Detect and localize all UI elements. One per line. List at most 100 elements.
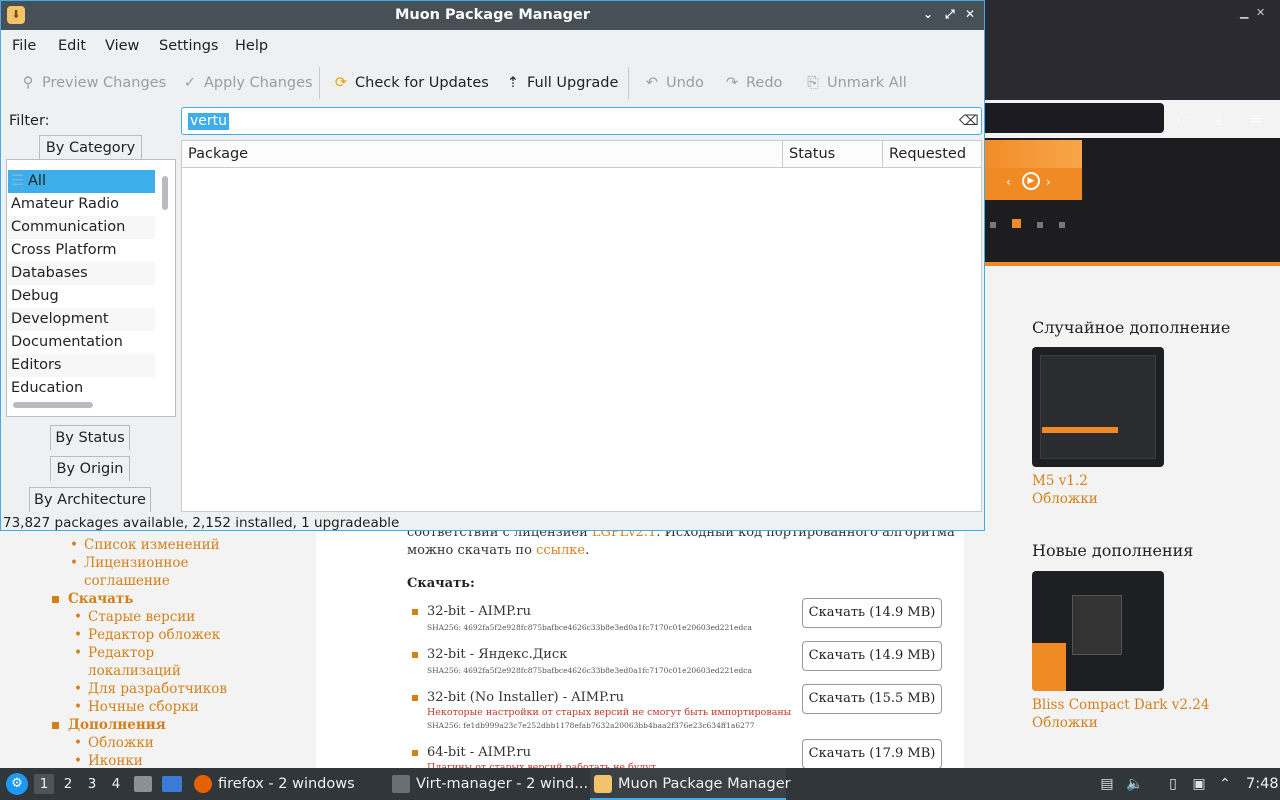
- search-icon: ⚲: [22, 75, 34, 91]
- nav-skins[interactable]: Обложки: [88, 734, 227, 752]
- carousel-dots[interactable]: [990, 216, 1081, 232]
- accent-line: [984, 262, 1280, 266]
- window-title: Muon Package Manager: [394, 7, 591, 23]
- horizontal-scrollbar[interactable]: [13, 402, 93, 408]
- nav-old-versions[interactable]: Старые версии: [88, 608, 227, 626]
- new-addon-category[interactable]: Обложки: [1032, 714, 1098, 732]
- toolbar: ⚲ Preview Changes ✓ Apply Changes ⟳ Check f…: [1, 63, 984, 103]
- clock[interactable]: 7:48: [1246, 768, 1279, 800]
- download-button[interactable]: Скачать (14.9 MB): [802, 598, 942, 628]
- new-addon-thumbnail[interactable]: [1032, 571, 1164, 691]
- random-addon-title: Случайное дополнение: [1032, 318, 1231, 337]
- download-button[interactable]: Скачать (17.9 MB): [802, 739, 942, 769]
- category-item[interactable]: Communication: [8, 216, 155, 239]
- redo-button[interactable]: ↷ Redo: [723, 71, 783, 95]
- column-requested[interactable]: Requested: [882, 141, 981, 168]
- task-muon[interactable]: Muon Package Manager: [590, 768, 791, 800]
- download-button[interactable]: Скачать (14.9 MB): [802, 641, 942, 671]
- show-desktop-icon[interactable]: [162, 776, 182, 792]
- volume-icon[interactable]: 🔈: [1126, 775, 1144, 793]
- download-button[interactable]: Скачать (15.5 MB): [802, 684, 942, 714]
- nav-changelog[interactable]: Список изменений: [84, 536, 227, 554]
- desktop-2[interactable]: 2: [58, 774, 78, 794]
- apply-changes-button[interactable]: ✓ Apply Changes: [181, 71, 313, 95]
- clear-icon[interactable]: ⌫: [959, 113, 979, 129]
- menu-view[interactable]: View: [105, 38, 139, 54]
- refresh-icon: ⟳: [334, 75, 348, 91]
- category-item[interactable]: Documentation: [8, 331, 155, 354]
- preview-changes-button[interactable]: ⚲ Preview Changes: [19, 71, 166, 95]
- window-titlebar[interactable]: ⬇ Muon Package Manager ⌄ ⤢ ✕: [1, 1, 984, 30]
- app-launcher-icon[interactable]: ⚙: [6, 773, 28, 795]
- tab-by-status[interactable]: By Status: [50, 425, 130, 450]
- maximize-icon[interactable]: ⤢: [945, 7, 955, 22]
- column-package[interactable]: Package: [182, 141, 782, 168]
- download-heading: Скачать:: [407, 576, 475, 591]
- menu-icon[interactable]: ≡: [1243, 106, 1269, 132]
- nav-download[interactable]: Скачать: [68, 590, 227, 608]
- filter-input[interactable]: vertu ⌫: [181, 107, 982, 135]
- category-item[interactable]: Development: [8, 308, 155, 331]
- table-header: Package Status Requested: [182, 141, 981, 168]
- desktop-3[interactable]: 3: [82, 774, 102, 794]
- menu-help[interactable]: Help: [235, 38, 268, 54]
- updates-icon[interactable]: ▤: [1098, 775, 1116, 793]
- nav-skin-editor[interactable]: Редактор обложек: [88, 626, 227, 644]
- tray-expand-icon[interactable]: ⌃: [1216, 775, 1234, 793]
- download-sha: SHA256: 4692fa5f2e928fc875bafbce4626c33b…: [427, 623, 752, 632]
- nav-license[interactable]: Лицензионное: [84, 554, 227, 572]
- source-link[interactable]: ссылке: [536, 543, 585, 558]
- url-bar[interactable]: [984, 103, 1164, 133]
- player-controls: ‹ ▶ ›: [984, 168, 1082, 200]
- download-name: 64-bit - AIMP.ru: [427, 745, 531, 760]
- nav-loc-editor[interactable]: Редактор: [88, 644, 227, 662]
- unmark-all-button[interactable]: ⎘ Unmark All: [804, 71, 907, 95]
- tab-by-category[interactable]: By Category: [39, 135, 142, 160]
- new-addon-name[interactable]: Bliss Compact Dark v2.24: [1032, 696, 1209, 714]
- close-icon[interactable]: ✕: [965, 7, 975, 21]
- nav-addons[interactable]: Дополнения: [68, 716, 227, 734]
- check-updates-button[interactable]: ⟳ Check for Updates: [332, 71, 489, 95]
- undo-button[interactable]: ↶ Undo: [643, 71, 704, 95]
- browser-tabbar: ▁ ✕: [984, 0, 1280, 100]
- clipboard-icon[interactable]: ▯: [1164, 775, 1182, 793]
- nav-license-cont[interactable]: соглашение: [84, 572, 227, 590]
- file-manager-icon[interactable]: [134, 776, 152, 792]
- close-icon[interactable]: ✕: [1256, 6, 1265, 19]
- tab-by-origin[interactable]: By Origin: [50, 456, 130, 481]
- upgrade-icon: ⇡: [506, 75, 520, 91]
- tab-by-architecture[interactable]: By Architecture: [29, 487, 151, 512]
- nav-nightly[interactable]: Ночные сборки: [88, 698, 227, 716]
- category-item[interactable]: Cross Platform: [8, 239, 155, 262]
- minimize-icon[interactable]: ▁: [1240, 6, 1248, 19]
- nav-developers[interactable]: Для разработчиков: [88, 680, 227, 698]
- category-item[interactable]: Editors: [8, 354, 155, 377]
- random-addon-thumbnail[interactable]: [1032, 347, 1164, 467]
- menu-file[interactable]: File: [12, 38, 36, 54]
- desktop-4[interactable]: 4: [106, 774, 126, 794]
- category-list: ☰ All Amateur Radio Communication Cross P…: [6, 159, 176, 417]
- category-item[interactable]: Amateur Radio: [8, 193, 155, 216]
- nav-loc-editor-cont[interactable]: локализаций: [88, 662, 227, 680]
- package-table[interactable]: Package Status Requested: [181, 140, 982, 512]
- random-addon-category[interactable]: Обложки: [1032, 490, 1098, 508]
- filter-text[interactable]: vertu: [188, 113, 230, 130]
- task-firefox[interactable]: firefox - 2 windows: [190, 768, 380, 800]
- category-item[interactable]: Debug: [8, 285, 155, 308]
- vertical-scrollbar[interactable]: [160, 170, 170, 415]
- category-item[interactable]: ☰ All: [8, 170, 155, 193]
- network-icon[interactable]: ▣: [1190, 775, 1208, 793]
- menu-edit[interactable]: Edit: [58, 38, 86, 54]
- bookmark-star-icon[interactable]: ☆: [1168, 106, 1194, 132]
- category-item[interactable]: Databases: [8, 262, 155, 285]
- keep-above-icon[interactable]: ⌄: [923, 7, 933, 21]
- category-item[interactable]: Education: [8, 377, 155, 400]
- downloads-icon[interactable]: ⤓: [1206, 106, 1232, 132]
- menu-settings[interactable]: Settings: [159, 38, 218, 54]
- task-virt-manager[interactable]: Virt-manager - 2 wind...: [388, 768, 588, 800]
- unmark-icon: ⎘: [807, 75, 819, 91]
- random-addon-name[interactable]: M5 v1.2: [1032, 472, 1088, 490]
- desktop-1[interactable]: 1: [34, 774, 54, 794]
- column-status[interactable]: Status: [782, 141, 882, 168]
- full-upgrade-button[interactable]: ⇡ Full Upgrade: [504, 71, 618, 95]
